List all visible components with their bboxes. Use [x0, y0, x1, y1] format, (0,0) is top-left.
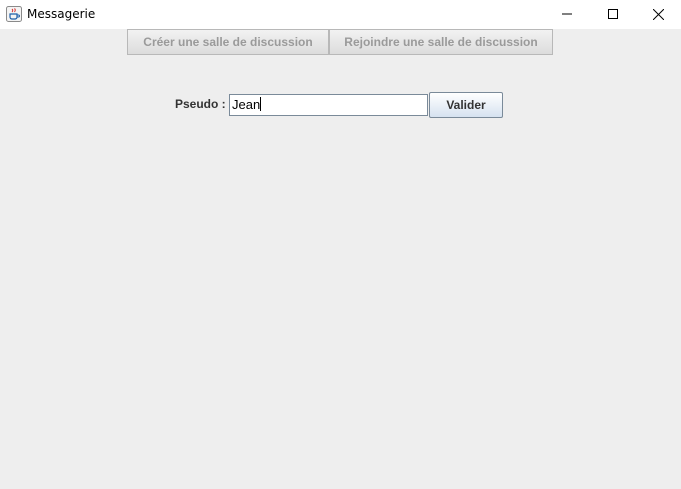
close-icon — [653, 9, 664, 20]
create-room-button[interactable]: Créer une salle de discussion — [127, 29, 329, 55]
minimize-icon — [562, 13, 572, 15]
pseudo-input-value: Jean — [232, 97, 261, 112]
messagerie-window: Messagerie Créer une salle de discussion… — [0, 0, 681, 489]
maximize-button[interactable] — [590, 0, 636, 29]
pseudo-input[interactable]: Jean — [229, 94, 428, 116]
minimize-button[interactable] — [544, 0, 590, 29]
java-cup-icon — [6, 6, 22, 22]
close-button[interactable] — [635, 0, 681, 29]
maximize-icon — [608, 9, 618, 19]
window-title: Messagerie — [27, 7, 96, 21]
validate-button[interactable]: Valider — [429, 92, 503, 118]
pseudo-label: Pseudo : — [175, 97, 226, 111]
text-caret — [260, 97, 262, 111]
title-bar: Messagerie — [0, 0, 681, 29]
join-room-button[interactable]: Rejoindre une salle de discussion — [329, 29, 553, 55]
